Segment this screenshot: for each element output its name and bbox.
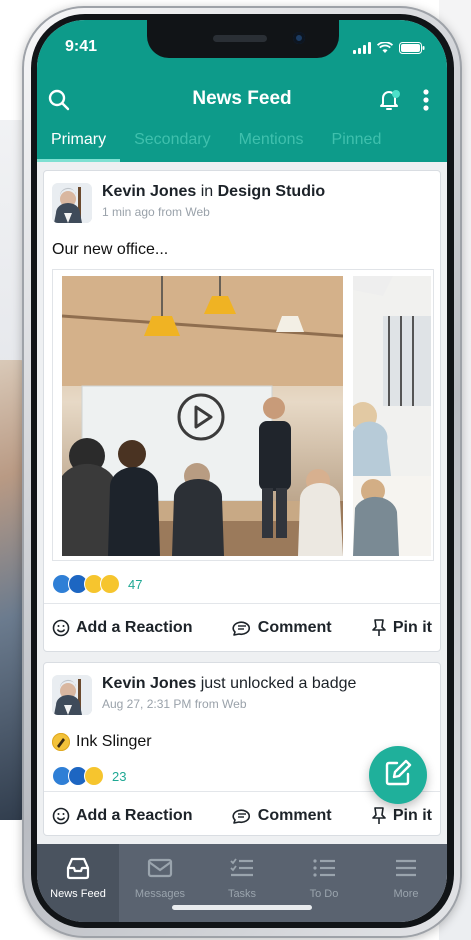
post-activity: just unlocked a badge xyxy=(200,675,357,692)
nav-item-tasks[interactable]: Tasks xyxy=(201,844,283,922)
post-card: Kevin Jones in Design Studio 1 min ago f… xyxy=(43,170,441,652)
comment-button[interactable]: Comment xyxy=(232,619,332,637)
front-camera xyxy=(293,32,305,44)
post-timestamp: 1 min ago from Web xyxy=(102,205,210,219)
play-button[interactable] xyxy=(176,392,226,442)
smiley-icon xyxy=(52,619,70,637)
comment-icon xyxy=(232,619,252,637)
post-card: Kevin Jones just unlocked a badge Aug 27… xyxy=(43,662,441,836)
nav-item-more[interactable]: More xyxy=(365,844,447,922)
home-indicator[interactable] xyxy=(172,905,312,910)
nav-item-news-feed[interactable]: News Feed xyxy=(37,844,119,922)
wifi-icon xyxy=(377,42,393,54)
media-gallery[interactable] xyxy=(52,269,434,561)
app-header: 9:41 News Feed Primary Secondary Mention… xyxy=(37,20,447,162)
menu-icon xyxy=(392,856,420,880)
reaction-summary[interactable]: 23 xyxy=(52,765,126,787)
bottom-nav: News Feed Messages Tasks To Do More xyxy=(37,844,447,922)
avatar[interactable] xyxy=(52,183,92,223)
add-reaction-button[interactable]: Add a Reaction xyxy=(52,619,192,637)
nav-item-to-do[interactable]: To Do xyxy=(283,844,365,922)
post-actions: Add a Reaction Comment Pin it xyxy=(44,603,440,651)
envelope-icon xyxy=(146,856,174,880)
reaction-count[interactable]: 47 xyxy=(128,577,142,592)
compose-icon xyxy=(383,758,413,793)
author-name[interactable]: Kevin Jones xyxy=(102,675,196,692)
wow-emoji-icon xyxy=(100,574,120,594)
image-thumbnail[interactable] xyxy=(353,276,431,556)
nav-label: Tasks xyxy=(227,888,257,900)
nav-label: To Do xyxy=(309,888,339,900)
comment-label: Comment xyxy=(257,806,332,824)
news-feed[interactable]: Kevin Jones in Design Studio 1 min ago f… xyxy=(37,162,447,844)
tab-mentions[interactable]: Mentions xyxy=(225,124,318,162)
checklist-icon xyxy=(228,856,256,880)
comment-icon xyxy=(232,807,252,825)
battery-icon xyxy=(399,42,425,54)
author-name[interactable]: Kevin Jones xyxy=(102,183,196,200)
phone-screen: 9:41 News Feed Primary Secondary Mention… xyxy=(37,20,447,922)
feed-tabs: Primary Secondary Mentions Pinned xyxy=(37,124,447,162)
add-reaction-label: Add a Reaction xyxy=(76,618,193,636)
tab-primary[interactable]: Primary xyxy=(37,124,121,162)
speaker-grille xyxy=(213,35,267,42)
list-icon xyxy=(310,856,338,880)
add-reaction-button[interactable]: Add a Reaction xyxy=(52,807,192,825)
badge-name: Ink Slinger xyxy=(76,733,152,750)
signal-icon xyxy=(353,42,371,54)
smiley-icon xyxy=(52,807,70,825)
compose-button[interactable] xyxy=(369,746,427,804)
more-vertical-icon[interactable] xyxy=(421,88,431,112)
comment-label: Comment xyxy=(257,618,332,636)
pin-button[interactable]: Pin it xyxy=(371,807,432,825)
reaction-summary[interactable]: 47 xyxy=(52,573,142,595)
header-row: News Feed xyxy=(37,82,447,118)
badge-line: Ink Slinger xyxy=(52,733,152,751)
pin-icon xyxy=(371,806,387,825)
status-time: 9:41 xyxy=(65,38,98,55)
comment-button[interactable]: Comment xyxy=(232,807,332,825)
tab-pinned[interactable]: Pinned xyxy=(318,124,396,162)
tab-secondary[interactable]: Secondary xyxy=(120,124,225,162)
nav-label: More xyxy=(393,888,419,900)
reaction-count[interactable]: 23 xyxy=(112,769,126,784)
pin-label: Pin it xyxy=(392,618,432,636)
video-thumbnail[interactable] xyxy=(62,276,343,556)
author-connector: in xyxy=(200,183,214,200)
avatar[interactable] xyxy=(52,675,92,715)
pin-icon xyxy=(371,618,387,637)
pin-button[interactable]: Pin it xyxy=(371,619,432,637)
add-reaction-label: Add a Reaction xyxy=(76,806,193,824)
laugh-emoji-icon xyxy=(84,766,104,786)
post-timestamp: Aug 27, 2:31 PM from Web xyxy=(102,697,247,711)
notch xyxy=(147,20,339,58)
inbox-icon xyxy=(64,856,92,880)
nav-label: News Feed xyxy=(50,888,106,900)
post-author: Kevin Jones in Design Studio xyxy=(102,183,325,201)
post-text: Our new office... xyxy=(52,241,169,258)
status-icons xyxy=(353,40,425,56)
pin-label: Pin it xyxy=(392,806,432,824)
bell-icon[interactable] xyxy=(377,86,403,112)
group-name[interactable]: Design Studio xyxy=(218,183,326,200)
nav-item-messages[interactable]: Messages xyxy=(119,844,201,922)
badge-icon xyxy=(52,733,70,751)
nav-label: Messages xyxy=(134,888,186,900)
post-author: Kevin Jones just unlocked a badge xyxy=(102,675,356,693)
